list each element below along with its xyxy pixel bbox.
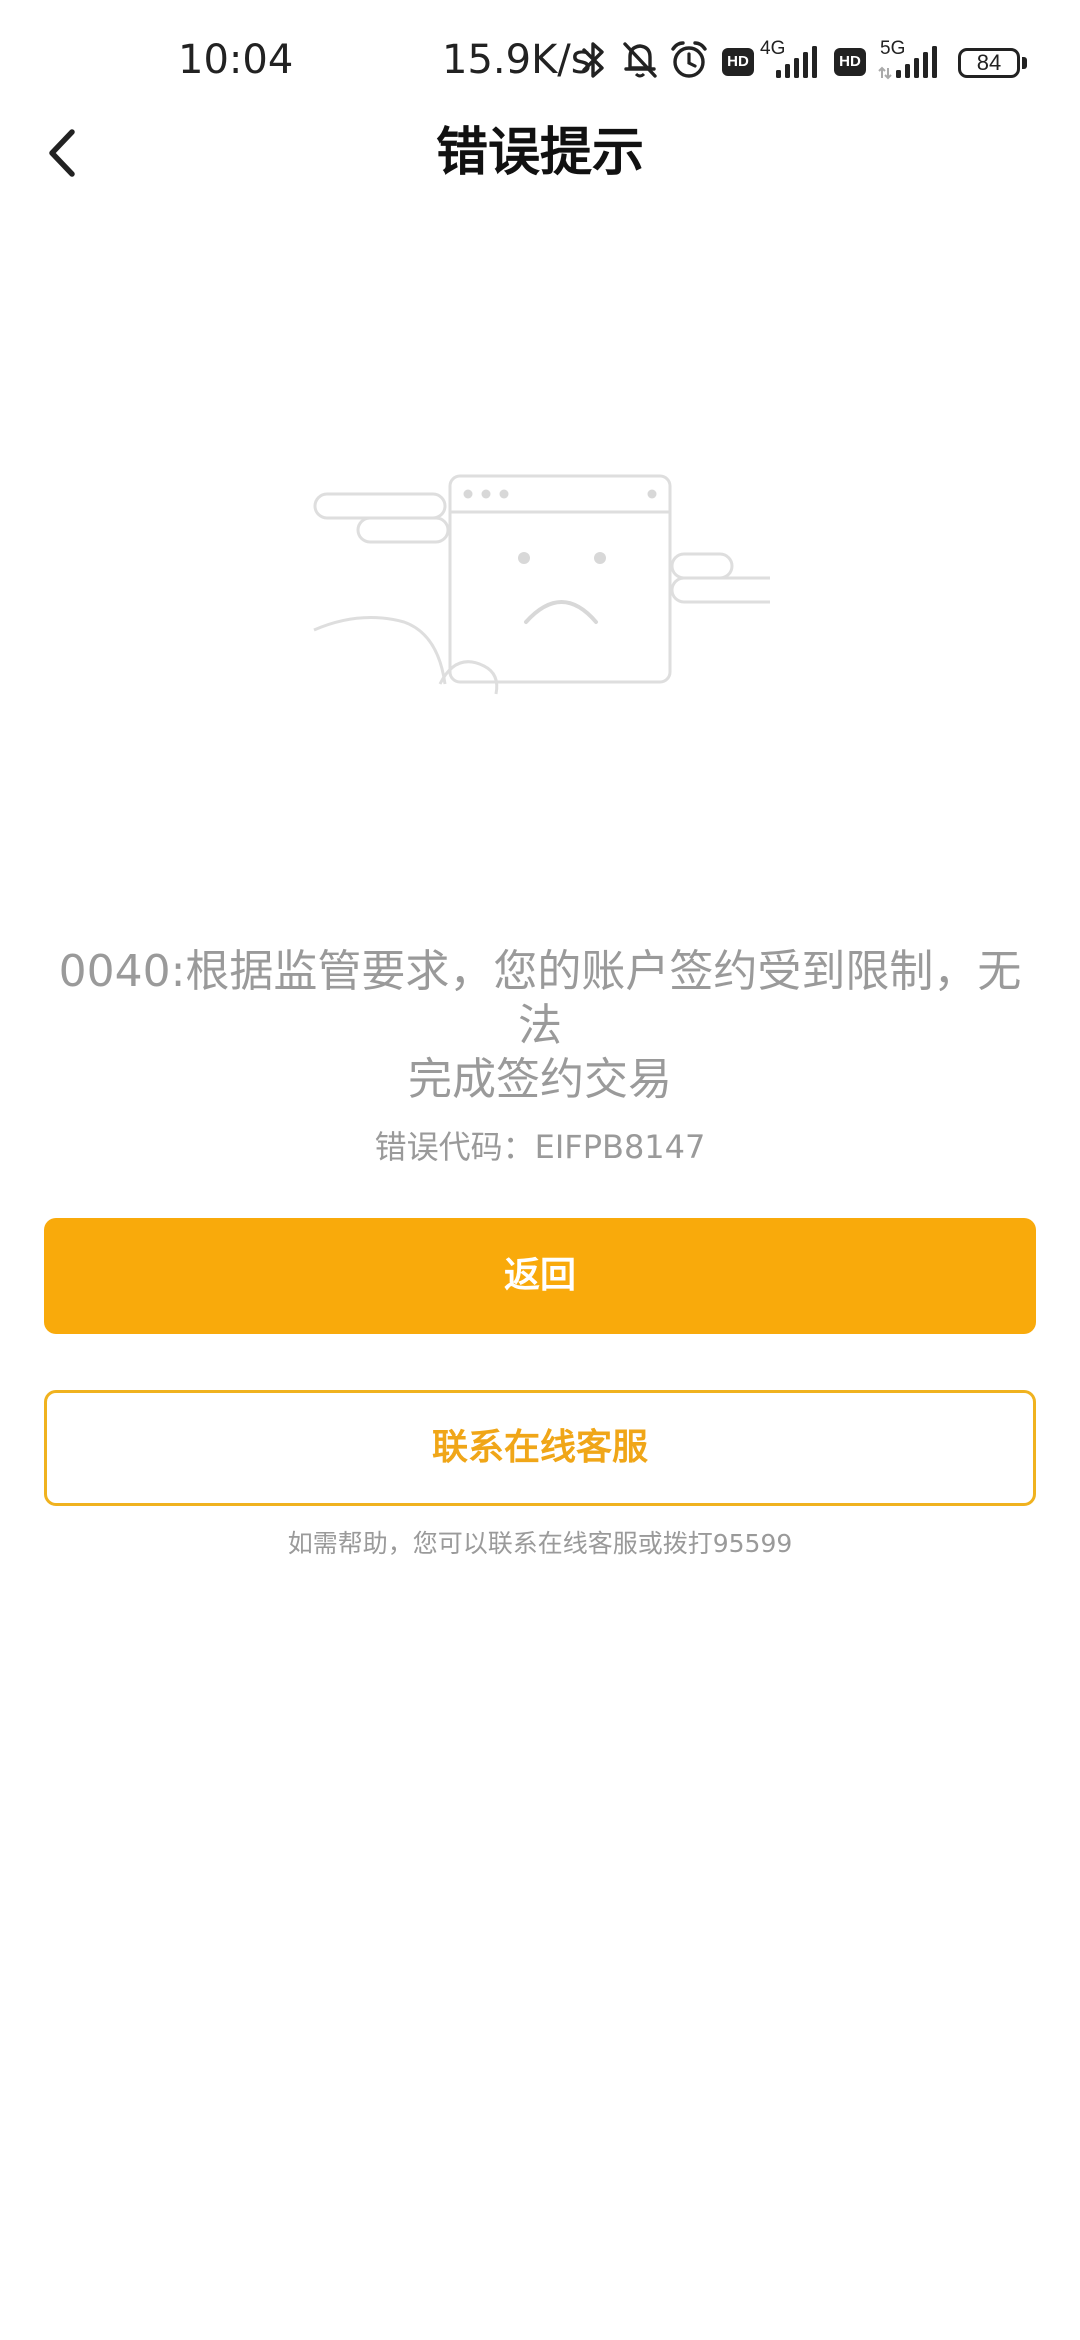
error-code-value: EIFPB8147 (534, 1128, 706, 1166)
battery-indicator: 84 (958, 48, 1020, 78)
page-title: 错误提示 (435, 123, 644, 183)
error-code-row: 错误代码：EIFPB8147 (0, 1125, 1080, 1169)
mute-bell-icon (623, 42, 657, 78)
error-message: 0040:根据监管要求，您的账户签约受到限制，无法 完成签约交易 (58, 946, 1022, 1105)
hd-icon-2: HD (834, 48, 866, 76)
error-screen: 10:04 15.9K/s HD 4G HD 5G 84 错误提示 0040:根… (0, 0, 1080, 2340)
signal-4g-icon (776, 46, 817, 78)
alarm-icon (671, 41, 707, 78)
error-code-label: 错误代码： (374, 1128, 535, 1166)
status-time: 10:04 (178, 37, 294, 83)
chevron-left-icon (49, 129, 75, 177)
status-net-speed: 15.9K/s (442, 37, 592, 83)
status-bar: 10:04 15.9K/s HD 4G HD 5G 84 (0, 0, 1080, 125)
return-button[interactable]: 返回 (44, 1218, 1036, 1334)
help-text: 如需帮助，您可以联系在线客服或拨打95599 (287, 1529, 793, 1558)
battery-tip (1022, 57, 1027, 69)
contact-online-service-button[interactable]: 联系在线客服 (44, 1390, 1036, 1506)
hd-icon: HD (722, 48, 754, 76)
bluetooth-icon (582, 42, 604, 78)
signal-5g-icon (878, 46, 937, 80)
sad-browser-window-icon (313, 474, 770, 695)
back-button[interactable] (36, 118, 96, 188)
